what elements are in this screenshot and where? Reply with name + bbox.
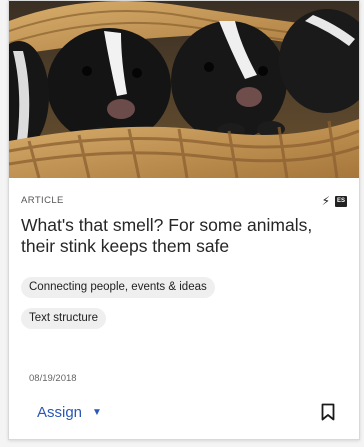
es-language-badge-icon: ES <box>335 195 347 207</box>
publish-date: 08/19/2018 <box>29 373 77 384</box>
hero-image[interactable] <box>9 1 359 178</box>
assign-label: Assign <box>37 404 83 421</box>
card-badges: ⚡︎ ES <box>322 194 347 208</box>
skunks-in-basket-photo <box>9 1 359 178</box>
content-type-label: ARTICLE <box>21 195 64 206</box>
caret-down-icon: ▼ <box>92 407 102 418</box>
tag-list: Connecting people, events & ideas Text s… <box>21 277 341 339</box>
tag-chip[interactable]: Connecting people, events & ideas <box>21 277 215 298</box>
article-card[interactable]: ARTICLE ⚡︎ ES What's that smell? For som… <box>8 0 360 440</box>
card-meta-row: ARTICLE ⚡︎ ES <box>21 194 347 209</box>
assign-button[interactable]: Assign ▼ <box>37 404 102 421</box>
lightning-bolt-icon: ⚡︎ <box>321 194 330 208</box>
article-title[interactable]: What's that smell? For some animals, the… <box>21 215 347 257</box>
bookmark-icon[interactable] <box>321 403 335 421</box>
tag-chip[interactable]: Text structure <box>21 308 107 329</box>
